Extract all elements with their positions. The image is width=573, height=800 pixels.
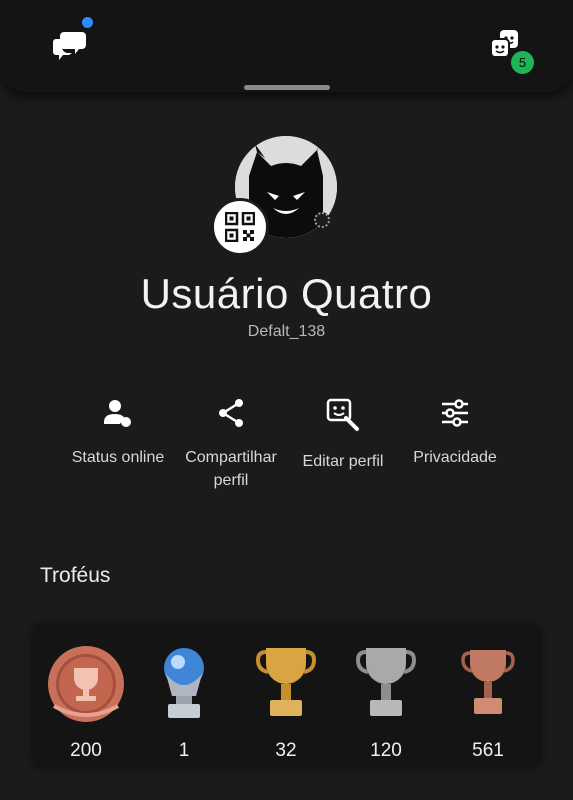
bronze-trophy-icon <box>461 650 515 714</box>
sliders-icon <box>442 399 468 427</box>
notification-dot <box>82 17 93 28</box>
trophy-platinum: 1 <box>139 644 229 762</box>
status-online-label: Status online <box>71 449 165 466</box>
privacy-button[interactable]: Privacidade <box>404 398 506 469</box>
trophies-section-title: Troféus <box>40 564 111 587</box>
trophy-level: 200 <box>41 644 131 762</box>
trophy-silver-count: 120 <box>370 740 402 761</box>
platinum-trophy-icon <box>164 648 204 718</box>
trophy-level-count: 200 <box>70 740 102 761</box>
trophy-gold: 32 <box>241 644 331 762</box>
status-online-button[interactable]: Status online <box>58 398 178 469</box>
share-icon <box>219 399 243 427</box>
edit-profile-button[interactable]: Editar perfil <box>292 398 394 473</box>
chat-bubbles-icon[interactable] <box>50 26 90 62</box>
edit-profile-label: Editar perfil <box>302 453 384 470</box>
privacy-label: Privacidade <box>413 449 497 466</box>
silver-trophy-icon <box>356 648 416 716</box>
share-profile-label: Compartilhar perfil <box>185 449 277 489</box>
trophy-bronze: 561 <box>443 644 533 762</box>
online-id: Defalt_138 <box>247 323 326 340</box>
user-status-icon <box>104 400 131 427</box>
trophy-level-icon <box>48 646 124 722</box>
friends-badge: 5 <box>511 51 534 74</box>
online-status-indicator <box>314 212 330 228</box>
display-name: Usuário Quatro <box>140 270 433 317</box>
trophy-platinum-count: 1 <box>178 740 190 761</box>
trophy-silver: 120 <box>341 644 431 762</box>
edit-profile-icon <box>326 398 359 431</box>
trophy-bronze-count: 561 <box>472 740 504 761</box>
share-profile-button[interactable]: Compartilhar perfil <box>176 398 286 492</box>
trophy-gold-count: 32 <box>275 740 297 761</box>
drag-handle[interactable] <box>244 85 330 90</box>
qr-code-icon <box>225 212 255 242</box>
qr-code-button[interactable] <box>211 198 269 256</box>
trophy-summary-card[interactable]: 200 1 32 120 561 <box>33 624 540 768</box>
gold-trophy-icon <box>256 648 316 716</box>
